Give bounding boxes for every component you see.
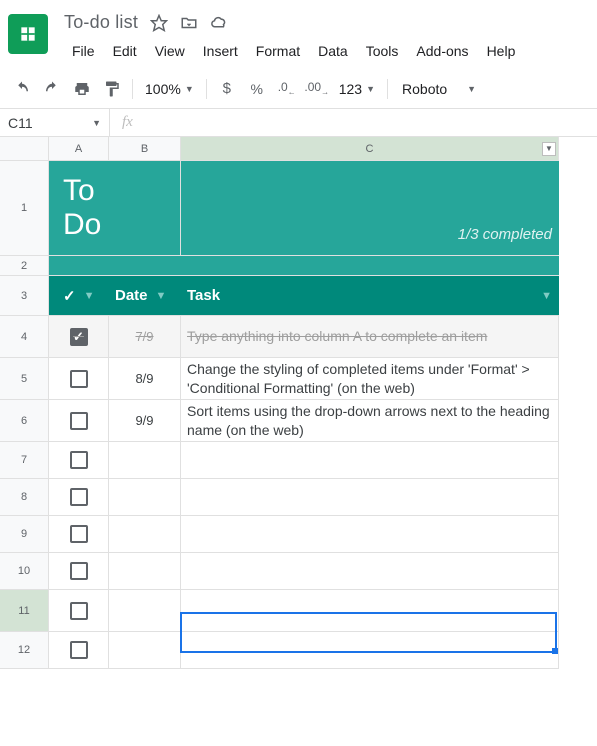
header-check[interactable]: ✓▼ (49, 276, 109, 315)
checkbox[interactable] (70, 641, 88, 659)
cell-check[interactable] (49, 479, 109, 515)
menu-data[interactable]: Data (310, 39, 356, 63)
cell-date[interactable] (109, 590, 181, 631)
cell-task[interactable]: Type anything into column A to complete … (181, 316, 559, 357)
paint-format-button[interactable] (98, 75, 126, 103)
menu-help[interactable]: Help (479, 39, 524, 63)
cell-check[interactable] (49, 516, 109, 552)
formula-input[interactable] (145, 109, 597, 136)
menu-edit[interactable]: Edit (105, 39, 145, 63)
cell-date[interactable] (109, 632, 181, 668)
row-header[interactable]: 1 (0, 161, 49, 256)
cell-date[interactable] (109, 553, 181, 589)
redo-button[interactable] (38, 75, 66, 103)
row-header[interactable]: 8 (0, 479, 49, 516)
zoom-select[interactable]: 100%▼ (139, 81, 200, 97)
cloud-status-icon[interactable] (210, 14, 228, 32)
checkbox[interactable] (70, 370, 88, 388)
cell-task[interactable] (181, 479, 559, 515)
checkbox[interactable] (70, 525, 88, 543)
checkbox[interactable] (70, 451, 88, 469)
filter-icon[interactable]: ▼ (84, 290, 95, 302)
cell-check[interactable] (49, 442, 109, 478)
progress-text: 1/3 completed (458, 226, 552, 255)
cell-task[interactable] (181, 590, 559, 631)
col-header-a[interactable]: A (49, 137, 109, 161)
percent-button[interactable]: % (243, 75, 271, 103)
cell-check[interactable] (49, 316, 109, 357)
menu-insert[interactable]: Insert (195, 39, 246, 63)
cell-check[interactable] (49, 358, 109, 399)
toolbar: 100%▼ $ % .0← .00→ 123▼ Roboto▼ (0, 69, 597, 109)
cell-date[interactable]: 8/9 (109, 358, 181, 399)
checkbox[interactable] (70, 602, 88, 620)
row-header[interactable]: 11 (0, 590, 49, 632)
fx-label: fx (110, 114, 145, 131)
cell-date[interactable]: 9/9 (109, 400, 181, 441)
row-header[interactable]: 10 (0, 553, 49, 590)
cell-date[interactable] (109, 479, 181, 515)
cell-task[interactable] (181, 442, 559, 478)
header-date[interactable]: Date▼ (109, 276, 181, 315)
menu-addons[interactable]: Add-ons (408, 39, 476, 63)
print-button[interactable] (68, 75, 96, 103)
document-title[interactable]: To-do list (64, 12, 138, 33)
cell-check[interactable] (49, 400, 109, 441)
row-header[interactable]: 12 (0, 632, 49, 669)
menu-bar: File Edit View Insert Format Data Tools … (64, 37, 597, 69)
cell-task[interactable]: Change the styling of completed items un… (181, 358, 559, 399)
row-header[interactable]: 7 (0, 442, 49, 479)
cell-check[interactable] (49, 553, 109, 589)
undo-button[interactable] (8, 75, 36, 103)
row-header[interactable]: 3 (0, 276, 49, 316)
cell-check[interactable] (49, 590, 109, 631)
menu-file[interactable]: File (64, 39, 103, 63)
menu-format[interactable]: Format (248, 39, 308, 63)
sheet-title: To Do (55, 174, 102, 242)
cell-check[interactable] (49, 632, 109, 668)
row-header[interactable]: 9 (0, 516, 49, 553)
name-box[interactable]: C11▼ (0, 109, 110, 136)
cell-date[interactable] (109, 516, 181, 552)
col-header-b[interactable]: B (109, 137, 181, 161)
row-header[interactable]: 6 (0, 400, 49, 442)
header-task[interactable]: Task▼ (181, 276, 559, 315)
cell-task[interactable] (181, 553, 559, 589)
checkbox[interactable] (70, 488, 88, 506)
font-select[interactable]: Roboto▼ (394, 81, 484, 97)
increase-decimal-button[interactable]: .00→ (303, 75, 331, 103)
menu-view[interactable]: View (147, 39, 193, 63)
decrease-decimal-button[interactable]: .0← (273, 75, 301, 103)
star-icon[interactable] (150, 14, 168, 32)
sheets-app-icon[interactable] (8, 14, 48, 54)
number-format-select[interactable]: 123▼ (333, 81, 381, 97)
row-header[interactable]: 4 (0, 316, 49, 358)
filter-icon[interactable]: ▼ (541, 290, 552, 302)
select-all-corner[interactable] (0, 137, 49, 161)
checkbox[interactable] (70, 328, 88, 346)
filter-icon[interactable]: ▼ (156, 290, 167, 302)
row-header[interactable]: 5 (0, 358, 49, 400)
col-filter-icon[interactable]: ▼ (542, 142, 556, 156)
menu-tools[interactable]: Tools (358, 39, 407, 63)
cell-task[interactable]: Sort items using the drop-down arrows ne… (181, 400, 559, 441)
move-folder-icon[interactable] (180, 14, 198, 32)
cell-date[interactable]: 7/9 (109, 316, 181, 357)
row-header[interactable]: 2 (0, 256, 49, 276)
currency-button[interactable]: $ (213, 75, 241, 103)
col-header-c[interactable]: C▼ (181, 137, 559, 161)
cell-date[interactable] (109, 442, 181, 478)
checkbox[interactable] (70, 562, 88, 580)
checkbox[interactable] (70, 412, 88, 430)
cell-task[interactable] (181, 516, 559, 552)
cell-task[interactable] (181, 632, 559, 668)
